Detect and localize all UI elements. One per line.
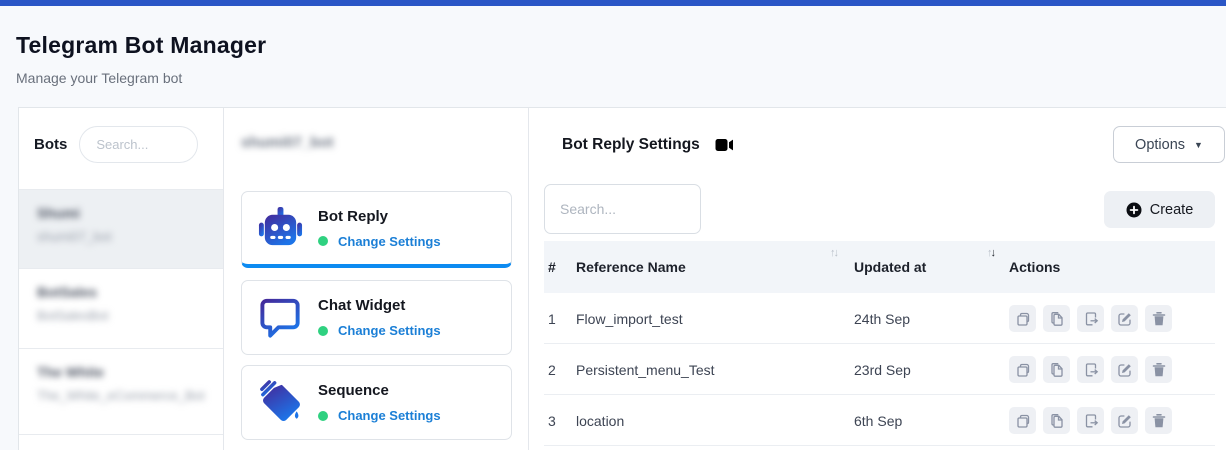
row-number: 1 xyxy=(548,293,556,344)
copy-button[interactable] xyxy=(1043,356,1070,383)
duplicate-button[interactable] xyxy=(1009,407,1036,434)
reference-name-cell: location xyxy=(576,395,624,446)
table-row: 2 Persistent_menu_Test 23rd Sep xyxy=(544,344,1215,395)
page-header: Telegram Bot Manager Manage your Telegra… xyxy=(16,32,266,86)
robot-icon xyxy=(257,205,304,252)
card-title: Bot Reply xyxy=(318,208,441,225)
card-sequence[interactable]: Sequence Change Settings xyxy=(241,365,512,440)
bot-username-redacted: BotSalesBot xyxy=(37,308,208,323)
edit-button[interactable] xyxy=(1111,305,1138,332)
card-title: Chat Widget xyxy=(318,297,441,314)
status-dot xyxy=(318,326,328,336)
duplicate-button[interactable] xyxy=(1009,305,1036,332)
column-header-updated-at: Updated at xyxy=(854,241,926,293)
plus-circle-icon xyxy=(1126,202,1142,218)
bot-list-item[interactable] xyxy=(19,435,223,450)
change-settings-link[interactable]: Change Settings xyxy=(338,323,441,338)
bot-list-item[interactable]: The White The_White_eCommerce_Bot xyxy=(19,349,223,435)
reference-name-cell: Flow_import_test xyxy=(576,293,683,344)
card-title: Sequence xyxy=(318,382,441,399)
row-actions xyxy=(1009,395,1172,446)
reference-search-input[interactable] xyxy=(544,184,701,234)
export-button[interactable] xyxy=(1077,305,1104,332)
edit-button[interactable] xyxy=(1111,407,1138,434)
content-panel: Bots Shumi shumi07_bot BotSales BotSales… xyxy=(18,107,1226,450)
bot-name-redacted: Shumi xyxy=(37,205,208,221)
delete-button[interactable] xyxy=(1145,407,1172,434)
card-bot-reply[interactable]: Bot Reply Change Settings xyxy=(241,191,512,268)
panel-title: Bot Reply Settings xyxy=(562,136,700,154)
updated-at-cell: 23rd Sep xyxy=(854,344,911,395)
create-button[interactable]: Create xyxy=(1104,191,1215,228)
change-settings-link[interactable]: Change Settings xyxy=(338,408,441,423)
bots-search-input[interactable] xyxy=(79,126,198,163)
row-actions xyxy=(1009,293,1172,344)
chevron-down-icon: ▼ xyxy=(1194,140,1203,150)
bot-settings-column: shumi07_bot Bot Reply xyxy=(224,108,528,450)
delete-button[interactable] xyxy=(1145,305,1172,332)
selected-bot-title-redacted: shumi07_bot xyxy=(241,134,334,151)
status-dot xyxy=(318,236,328,246)
video-camera-icon[interactable] xyxy=(715,138,734,152)
column-header-reference-name: Reference Name xyxy=(576,241,686,293)
bot-username-redacted: The_White_eCommerce_Bot xyxy=(37,388,208,403)
sort-icon-updated[interactable]: ↑↓ xyxy=(987,247,994,259)
updated-at-cell: 24th Sep xyxy=(854,293,910,344)
chat-bubble-icon xyxy=(257,294,304,341)
bot-username-redacted: shumi07_bot xyxy=(37,229,208,244)
bot-list: Shumi shumi07_bot BotSales BotSalesBot T… xyxy=(19,189,223,450)
export-button[interactable] xyxy=(1077,407,1104,434)
duplicate-button[interactable] xyxy=(1009,356,1036,383)
bot-list-item[interactable]: BotSales BotSalesBot xyxy=(19,269,223,349)
status-dot xyxy=(318,411,328,421)
page-title: Telegram Bot Manager xyxy=(16,32,266,59)
paint-bucket-icon xyxy=(257,379,304,426)
copy-button[interactable] xyxy=(1043,305,1070,332)
top-accent-bar xyxy=(0,0,1226,6)
bots-panel-title: Bots xyxy=(34,136,67,153)
table-row: 1 Flow_import_test 24th Sep xyxy=(544,293,1215,344)
edit-button[interactable] xyxy=(1111,356,1138,383)
bot-name-redacted: The White xyxy=(37,364,208,380)
options-label: Options xyxy=(1135,137,1185,153)
bot-name-redacted: BotSales xyxy=(37,284,208,300)
page-subtitle: Manage your Telegram bot xyxy=(16,70,266,86)
row-number: 2 xyxy=(548,344,556,395)
row-number: 3 xyxy=(548,395,556,446)
updated-at-cell: 6th Sep xyxy=(854,395,902,446)
bot-reply-table: # Reference Name ↑↓ Updated at ↑↓ Action… xyxy=(544,241,1215,446)
create-label: Create xyxy=(1150,202,1194,218)
column-header-num: # xyxy=(548,241,556,293)
reference-name-cell: Persistent_menu_Test xyxy=(576,344,715,395)
column-header-actions: Actions xyxy=(1009,241,1060,293)
table-row: 3 location 6th Sep xyxy=(544,395,1215,446)
table-header: # Reference Name ↑↓ Updated at ↑↓ Action… xyxy=(544,241,1215,293)
change-settings-link[interactable]: Change Settings xyxy=(338,234,441,249)
copy-button[interactable] xyxy=(1043,407,1070,434)
options-button[interactable]: Options ▼ xyxy=(1113,126,1225,163)
sort-icon-reference[interactable]: ↑↓ xyxy=(830,247,837,259)
row-actions xyxy=(1009,344,1172,395)
card-chat-widget[interactable]: Chat Widget Change Settings xyxy=(241,280,512,355)
delete-button[interactable] xyxy=(1145,356,1172,383)
bot-list-item[interactable]: Shumi shumi07_bot xyxy=(19,189,223,269)
bots-sidebar: Bots Shumi shumi07_bot BotSales BotSales… xyxy=(19,108,223,450)
export-button[interactable] xyxy=(1077,356,1104,383)
